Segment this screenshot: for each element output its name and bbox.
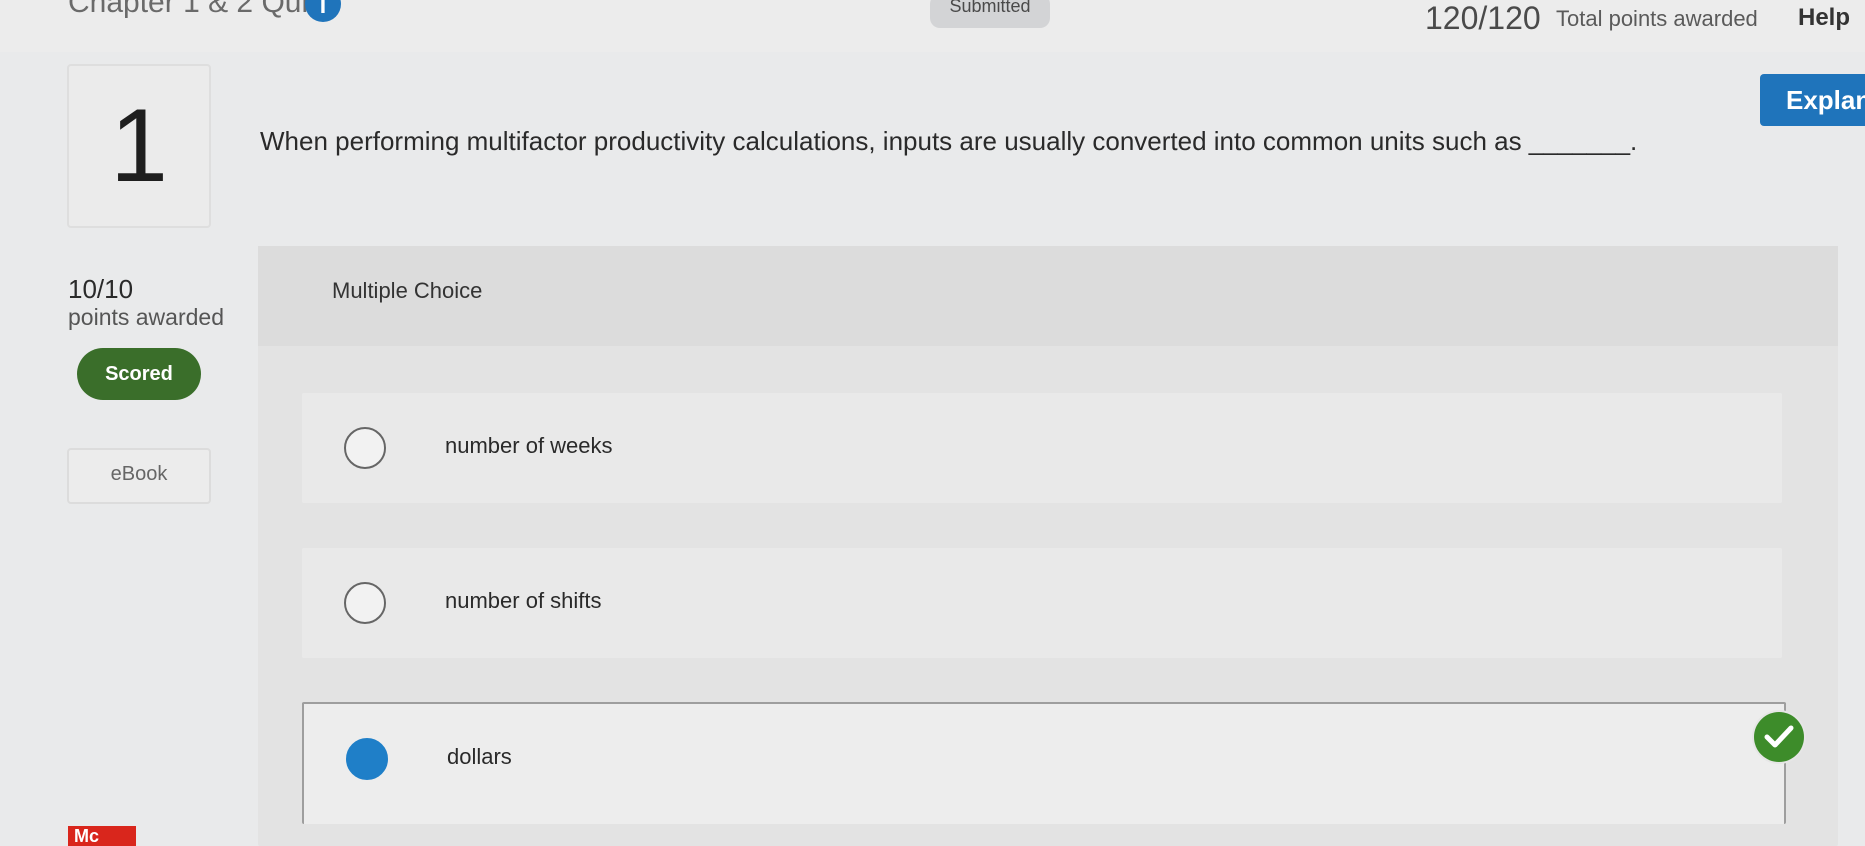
publisher-logo: Mc (68, 826, 136, 846)
answer-option-label: number of shifts (445, 588, 602, 613)
points-label: points awarded (68, 304, 224, 330)
help-link[interactable]: Help (1798, 4, 1850, 32)
multiple-choice-header (258, 246, 1838, 346)
answer-option-2[interactable]: number of shifts (302, 548, 1782, 658)
radio-unselected-icon[interactable] (344, 427, 386, 469)
question-type-label: Multiple Choice (332, 278, 483, 303)
total-points-label: Total points awarded (1556, 6, 1758, 31)
explanation-button[interactable]: Explan (1760, 74, 1865, 126)
check-circle-icon (1754, 712, 1804, 762)
answer-option-3[interactable]: dollars (302, 702, 1786, 824)
submitted-status-badge: Submitted (930, 0, 1050, 28)
answer-option-1[interactable]: number of weeks (302, 393, 1782, 503)
quiz-title: Chapter 1 & 2 Quiz (68, 0, 324, 19)
total-score: 120/120 (1425, 0, 1541, 36)
ebook-button[interactable]: eBook (67, 448, 211, 504)
points-value: 10/10 (68, 274, 134, 304)
question-text: When performing multifactor productivity… (260, 126, 1638, 156)
question-number: 1 (67, 64, 211, 228)
radio-unselected-icon[interactable] (344, 582, 386, 624)
radio-selected-icon[interactable] (346, 738, 388, 780)
answer-option-label: dollars (447, 744, 512, 769)
answer-option-label: number of weeks (445, 433, 613, 458)
top-bar: Chapter 1 & 2 Quiz i Submitted 120/120 T… (0, 0, 1865, 52)
scored-badge: Scored (77, 348, 201, 400)
